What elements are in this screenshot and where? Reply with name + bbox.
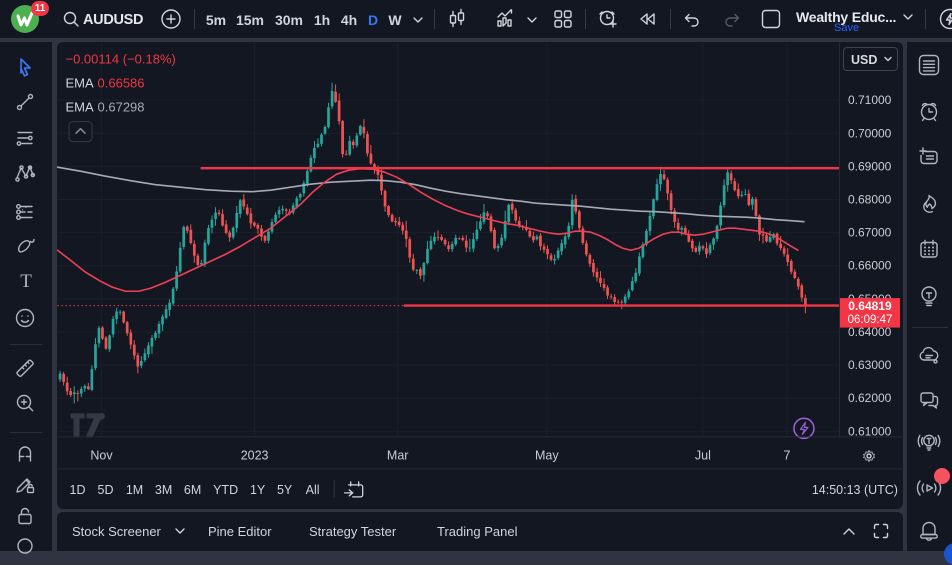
svg-text:0.66000: 0.66000 [847, 259, 891, 273]
svg-text:EMA: EMA [65, 76, 94, 91]
svg-text:EMA: EMA [65, 100, 94, 115]
svg-text:−0.00114 (−0.18%): −0.00114 (−0.18%) [65, 52, 175, 67]
svg-text:Jul: Jul [694, 448, 710, 462]
svg-text:All: All [305, 483, 319, 497]
svg-text:6M: 6M [183, 483, 200, 497]
svg-text:Mar: Mar [386, 448, 408, 462]
svg-text:5D: 5D [97, 483, 113, 497]
svg-text:0.64819: 0.64819 [848, 299, 892, 313]
svg-text:May: May [534, 448, 558, 462]
svg-text:0.61000: 0.61000 [847, 424, 891, 438]
svg-text:5Y: 5Y [276, 483, 292, 497]
svg-text:0.70000: 0.70000 [847, 126, 891, 140]
svg-text:0.68000: 0.68000 [847, 193, 891, 207]
svg-text:0.67298: 0.67298 [97, 100, 144, 115]
svg-text:YTD: YTD [213, 483, 238, 497]
svg-text:3M: 3M [154, 483, 171, 497]
svg-text:0.63000: 0.63000 [847, 358, 891, 372]
svg-text:0.62000: 0.62000 [847, 391, 891, 405]
svg-text:0.71000: 0.71000 [847, 93, 891, 107]
svg-text:1Y: 1Y [249, 483, 265, 497]
svg-text:7: 7 [783, 448, 790, 462]
svg-text:1M: 1M [125, 483, 142, 497]
svg-text:14:50:13 (UTC): 14:50:13 (UTC) [811, 483, 897, 497]
svg-text:1D: 1D [69, 483, 85, 497]
svg-text:0.69000: 0.69000 [847, 159, 891, 173]
svg-text:06:09:47: 06:09:47 [847, 314, 892, 326]
svg-text:2023: 2023 [240, 448, 268, 462]
svg-text:Nov: Nov [90, 448, 113, 462]
svg-text:0.67000: 0.67000 [847, 226, 891, 240]
svg-text:0.66586: 0.66586 [97, 76, 144, 91]
